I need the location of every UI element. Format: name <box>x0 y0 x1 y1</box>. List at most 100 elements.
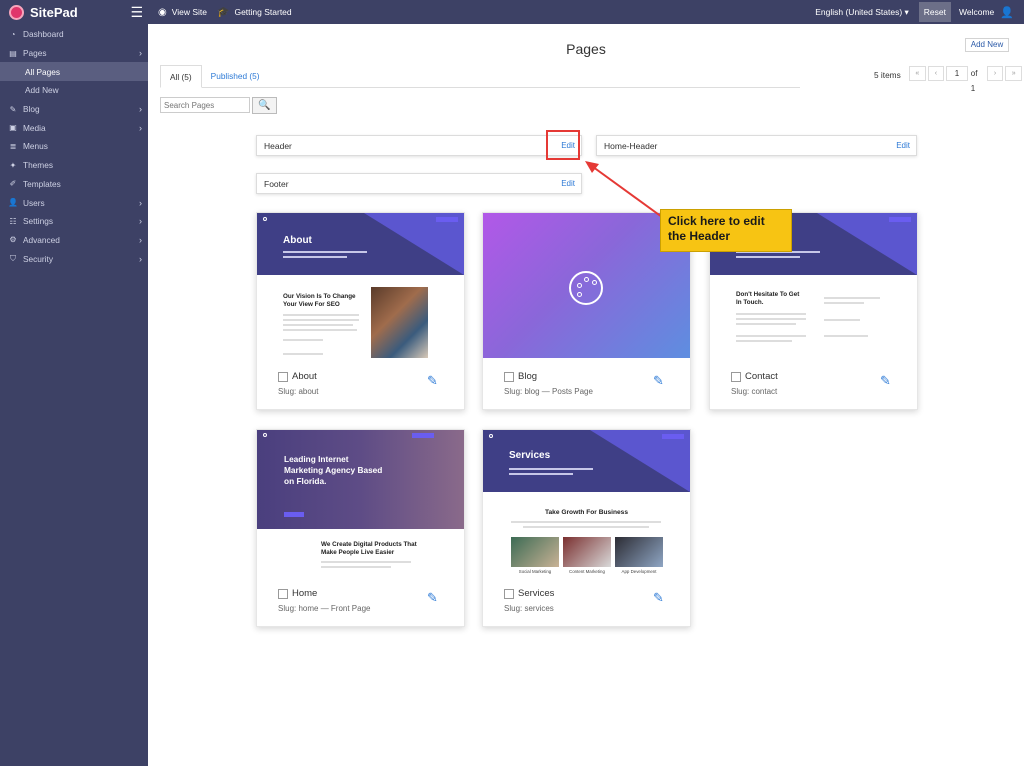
sidebar-item-themes[interactable]: ✦ Themes <box>0 156 148 175</box>
template-name: Footer <box>264 178 289 189</box>
themes-icon: ✦ <box>9 160 17 170</box>
sidebar-item-templates[interactable]: ✐ Templates <box>0 175 148 194</box>
instruction-callout: Click here to edit the Header <box>660 209 792 252</box>
pencil-edit-icon[interactable]: ✎ <box>653 373 664 389</box>
sidebar-item-label: Add New <box>25 85 59 96</box>
pencil-edit-icon[interactable]: ✎ <box>427 373 438 389</box>
view-site-link[interactable]: ◉ View Site <box>158 7 207 18</box>
sidebar-item-menus[interactable]: ≣ Menus <box>0 137 148 156</box>
sidebar-item-security[interactable]: ⛉ Security › <box>0 249 148 268</box>
prev-page-button[interactable]: ‹ <box>927 66 945 81</box>
last-page-button[interactable]: » <box>1005 66 1023 81</box>
page-name: Home <box>292 588 318 599</box>
reset-button[interactable]: Reset <box>918 2 952 22</box>
pagination: « ‹ 1 of 1 › » <box>909 66 1024 96</box>
hamburger-menu-icon[interactable]: ☰ <box>130 4 143 21</box>
chevron-right-icon: › <box>139 104 142 115</box>
pencil-edit-icon[interactable]: ✎ <box>880 373 891 389</box>
thumb-hero-title: Leading Internet Marketing Agency Based … <box>284 454 383 486</box>
select-checkbox[interactable] <box>731 372 741 382</box>
search-input[interactable] <box>160 97 250 113</box>
language-selector[interactable]: English (United States) ▾ <box>815 7 909 18</box>
thumb-heading: Take Growth For Business <box>544 509 629 516</box>
sidebar-item-label: Themes <box>23 160 53 171</box>
sitepad-logo-icon <box>9 4 24 20</box>
brand[interactable]: SitePad ☰ <box>0 0 148 24</box>
dashboard-icon: ◔ <box>10 29 16 39</box>
template-name: Home-Header <box>604 140 658 151</box>
page-thumbnail[interactable]: About Our Vision Is To Change Your View … <box>257 213 464 358</box>
sidebar-item-advanced[interactable]: ⚙ Advanced › <box>0 231 148 250</box>
pages-icon: ▤ <box>9 48 17 58</box>
select-checkbox[interactable] <box>278 589 288 599</box>
brand-name: SitePad <box>30 4 78 20</box>
page-card-about: About Our Vision Is To Change Your View … <box>256 212 465 410</box>
page-thumbnail[interactable] <box>483 213 690 358</box>
sidebar-item-label: Menus <box>23 141 48 152</box>
page-slug: Slug: home — Front Page <box>278 604 371 613</box>
page-total: of 1 <box>970 69 978 93</box>
sidebar-item-media[interactable]: ▣ Media › <box>0 118 148 137</box>
page-slug: Slug: services <box>504 604 554 613</box>
sidebar-item-all-pages[interactable]: All Pages <box>0 62 148 82</box>
select-checkbox[interactable] <box>504 372 514 382</box>
chevron-right-icon: › <box>139 48 142 59</box>
sidebar-item-users[interactable]: 👤 Users › <box>0 193 148 212</box>
pencil-edit-icon[interactable]: ✎ <box>653 590 664 606</box>
chevron-right-icon: › <box>139 197 142 208</box>
page-name: About <box>292 371 317 382</box>
select-checkbox[interactable] <box>504 589 514 599</box>
getting-started-label: Getting Started <box>234 7 292 17</box>
chevron-right-icon: › <box>139 216 142 227</box>
sidebar-item-label: Media <box>23 122 46 133</box>
view-site-label: View Site <box>171 7 208 17</box>
thumb-tile-label: App Development <box>621 569 657 574</box>
sidebar-item-label: Security <box>23 253 53 264</box>
thumb-tile-label: Content Marketing <box>569 569 605 574</box>
tab-all[interactable]: All (5) <box>160 65 202 88</box>
graduation-cap-icon: 🎓 <box>217 6 230 18</box>
sidebar-item-pages[interactable]: ▤ Pages › <box>0 44 148 63</box>
first-page-button[interactable]: « <box>909 66 926 81</box>
page-slug: Slug: about <box>278 387 319 396</box>
page-name: Blog <box>518 371 538 382</box>
sidebar-item-label: All Pages <box>25 66 61 77</box>
page-name: Services <box>518 588 555 599</box>
template-name: Header <box>264 140 292 151</box>
chevron-right-icon: › <box>139 234 142 245</box>
current-page-input[interactable]: 1 <box>946 66 968 81</box>
sidebar-item-label: Dashboard <box>23 29 64 40</box>
pencil-edit-icon[interactable]: ✎ <box>427 590 438 606</box>
palette-icon <box>569 271 603 305</box>
select-checkbox[interactable] <box>278 372 288 382</box>
templates-icon: ✐ <box>9 179 17 189</box>
thumb-heading: We Create Digital Products That Make Peo… <box>321 541 417 556</box>
eye-icon: ◉ <box>158 6 167 18</box>
sidebar-item-add-new[interactable]: Add New <box>0 81 148 100</box>
chevron-right-icon: › <box>139 253 142 264</box>
getting-started-link[interactable]: 🎓 Getting Started <box>217 7 292 18</box>
search-button[interactable]: 🔍 <box>252 97 277 114</box>
page-thumbnail[interactable]: Leading Internet Marketing Agency Based … <box>257 430 464 575</box>
pin-icon: ✎ <box>9 104 17 114</box>
sidebar-item-dashboard[interactable]: ◔ Dashboard <box>0 25 148 44</box>
welcome-text: Welcome <box>959 7 995 17</box>
edit-footer-link[interactable]: Edit <box>561 179 575 188</box>
gear-icon: ⚙ <box>9 235 17 245</box>
add-new-button[interactable]: Add New <box>965 38 1009 52</box>
sidebar-item-label: Blog <box>23 104 40 115</box>
thumb-hero-title: Services <box>509 450 551 461</box>
page-thumbnail[interactable]: Services Take Growth For Business Social… <box>483 430 690 575</box>
edit-home-header-link[interactable]: Edit <box>896 141 910 150</box>
sidebar-item-blog[interactable]: ✎ Blog › <box>0 100 148 119</box>
next-page-button[interactable]: › <box>986 66 1004 81</box>
chevron-right-icon: › <box>139 122 142 133</box>
tab-published[interactable]: Published (5) <box>202 65 269 88</box>
user-icon[interactable]: 👤 <box>1000 6 1014 19</box>
sidebar-item-settings[interactable]: ☷ Settings › <box>0 212 148 231</box>
page-slug: Slug: contact <box>731 387 778 396</box>
page-name: Contact <box>745 371 778 382</box>
sidebar-item-label: Users <box>23 197 45 208</box>
top-bar: SitePad ☰ ◉ View Site 🎓 Getting Started … <box>0 0 1024 24</box>
page-card-home: Leading Internet Marketing Agency Based … <box>256 429 465 627</box>
